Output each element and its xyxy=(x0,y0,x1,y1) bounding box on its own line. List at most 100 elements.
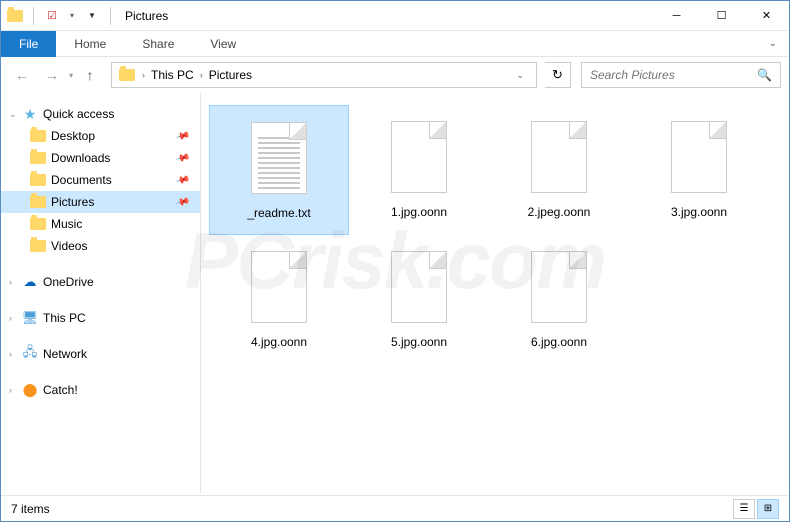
properties-icon[interactable]: ☑ xyxy=(44,8,60,24)
quick-access-label: Quick access xyxy=(43,107,114,121)
sidebar-item-music[interactable]: Music xyxy=(1,213,200,235)
forward-button[interactable]: → xyxy=(39,62,65,88)
collapse-icon[interactable]: ⌄ xyxy=(9,109,21,120)
separator xyxy=(110,7,111,25)
address-bar[interactable]: › This PC › Pictures ⌄ xyxy=(111,62,537,88)
unknown-file-icon xyxy=(251,251,307,323)
sidebar-item-network[interactable]: ›🖧 Network xyxy=(1,343,200,365)
icons-view-button[interactable]: ⊞ xyxy=(757,499,779,519)
tab-view[interactable]: View xyxy=(192,31,254,57)
folder-icon[interactable] xyxy=(7,8,23,24)
sidebar-item-label: Documents xyxy=(51,173,112,187)
search-box[interactable]: 🔍 xyxy=(581,62,781,88)
sidebar-item-this-pc[interactable]: ›🖥 This PC xyxy=(1,307,200,329)
folder-icon xyxy=(118,67,136,83)
sidebar-item-catch-[interactable]: ›⬤ Catch! xyxy=(1,379,200,401)
back-button[interactable]: ← xyxy=(9,62,35,88)
quick-access-group: ⌄ ★ Quick access Desktop📌Downloads📌Docum… xyxy=(1,103,200,257)
quick-access-toolbar: ☑ ▾ ▼ xyxy=(1,7,115,25)
folder-icon xyxy=(29,128,47,144)
file-name-label: 1.jpg.oonn xyxy=(391,205,447,219)
tab-share[interactable]: Share xyxy=(124,31,192,57)
quick-access-header[interactable]: ⌄ ★ Quick access xyxy=(1,103,200,125)
unknown-file-icon xyxy=(531,121,587,193)
tab-home[interactable]: Home xyxy=(56,31,124,57)
file-item[interactable]: 2.jpeg.oonn xyxy=(489,105,629,235)
maximize-button[interactable]: ☐ xyxy=(699,1,744,31)
view-switcher: ☰ ⊞ xyxy=(733,499,779,519)
sidebar-item-label: OneDrive xyxy=(43,275,94,289)
sidebar-item-label: Videos xyxy=(51,239,87,253)
unknown-file-icon xyxy=(531,251,587,323)
refresh-button[interactable]: ↻ xyxy=(545,62,571,88)
details-view-button[interactable]: ☰ xyxy=(733,499,755,519)
window-title: Pictures xyxy=(125,9,168,23)
qat-overflow-icon[interactable]: ▼ xyxy=(84,11,100,20)
history-dropdown-icon[interactable]: ▾ xyxy=(69,71,73,80)
file-name-label: 5.jpg.oonn xyxy=(391,335,447,349)
file-item[interactable]: 5.jpg.oonn xyxy=(349,235,489,365)
close-button[interactable]: ✕ xyxy=(744,1,789,31)
expand-ribbon-icon[interactable]: ⌄ xyxy=(757,38,789,49)
file-item[interactable]: 1.jpg.oonn xyxy=(349,105,489,235)
file-name-label: _readme.txt xyxy=(247,206,310,220)
breadcrumb-pictures[interactable]: Pictures xyxy=(205,68,256,82)
catch-icon: ⬤ xyxy=(21,382,39,398)
sidebar-item-label: Music xyxy=(51,217,82,231)
folder-icon xyxy=(29,150,47,166)
breadcrumb-this-pc[interactable]: This PC xyxy=(147,68,198,82)
sidebar-item-label: Catch! xyxy=(43,383,78,397)
sidebar-item-label: Pictures xyxy=(51,195,94,209)
sidebar-item-desktop[interactable]: Desktop📌 xyxy=(1,125,200,147)
chevron-right-icon[interactable]: › xyxy=(198,70,205,80)
file-tab[interactable]: File xyxy=(1,31,56,57)
item-count: 7 items xyxy=(11,502,50,516)
qat-dropdown-icon[interactable]: ▾ xyxy=(66,11,78,20)
expand-icon[interactable]: › xyxy=(9,349,21,359)
address-dropdown-icon[interactable]: ⌄ xyxy=(510,70,530,81)
navigation-bar: ← → ▾ ↑ › This PC › Pictures ⌄ ↻ 🔍 xyxy=(1,57,789,93)
file-name-label: 3.jpg.oonn xyxy=(671,205,727,219)
main-area: ⌄ ★ Quick access Desktop📌Downloads📌Docum… xyxy=(1,93,789,493)
pin-icon: 📌 xyxy=(174,150,190,166)
network-icon: 🖧 xyxy=(21,346,39,362)
window-controls: ─ ☐ ✕ xyxy=(654,1,789,31)
navigation-pane: ⌄ ★ Quick access Desktop📌Downloads📌Docum… xyxy=(1,93,201,493)
up-button[interactable]: ↑ xyxy=(77,62,103,88)
sidebar-item-pictures[interactable]: Pictures 📌 xyxy=(1,191,200,213)
file-item[interactable]: _readme.txt xyxy=(209,105,349,235)
file-item[interactable]: 6.jpg.oonn xyxy=(489,235,629,365)
expand-icon[interactable]: › xyxy=(9,385,21,395)
file-item[interactable]: 3.jpg.oonn xyxy=(629,105,769,235)
sidebar-item-label: This PC xyxy=(43,311,86,325)
sidebar-item-label: Downloads xyxy=(51,151,110,165)
file-list[interactable]: _readme.txt 1.jpg.oonn 2.jpeg.oonn 3.jpg.oo… xyxy=(201,93,789,493)
sidebar-item-documents[interactable]: Documents 📌 xyxy=(1,169,200,191)
file-name-label: 4.jpg.oonn xyxy=(251,335,307,349)
sidebar-item-videos[interactable]: Videos xyxy=(1,235,200,257)
search-input[interactable] xyxy=(590,68,757,82)
pin-icon: 📌 xyxy=(174,172,190,188)
pc-icon: 🖥 xyxy=(21,310,39,326)
minimize-button[interactable]: ─ xyxy=(654,1,699,31)
ribbon-tabs: File Home Share View ⌄ xyxy=(1,31,789,57)
chevron-right-icon[interactable]: › xyxy=(140,70,147,80)
pin-icon: 📌 xyxy=(174,128,190,144)
unknown-file-icon xyxy=(391,251,447,323)
folder-icon xyxy=(29,194,47,210)
star-icon: ★ xyxy=(21,106,39,122)
file-name-label: 2.jpeg.oonn xyxy=(528,205,591,219)
search-icon[interactable]: 🔍 xyxy=(757,68,772,82)
sidebar-item-onedrive[interactable]: ›☁OneDrive xyxy=(1,271,200,293)
unknown-file-icon xyxy=(671,121,727,193)
sidebar-item-label: Network xyxy=(43,347,87,361)
expand-icon[interactable]: › xyxy=(9,313,21,323)
folder-icon xyxy=(29,216,47,232)
file-item[interactable]: 4.jpg.oonn xyxy=(209,235,349,365)
separator xyxy=(33,7,34,25)
text-file-icon xyxy=(251,122,307,194)
sidebar-item-downloads[interactable]: Downloads 📌 xyxy=(1,147,200,169)
pin-icon: 📌 xyxy=(174,194,190,210)
expand-icon[interactable]: › xyxy=(9,277,21,287)
titlebar: ☑ ▾ ▼ Pictures ─ ☐ ✕ xyxy=(1,1,789,31)
